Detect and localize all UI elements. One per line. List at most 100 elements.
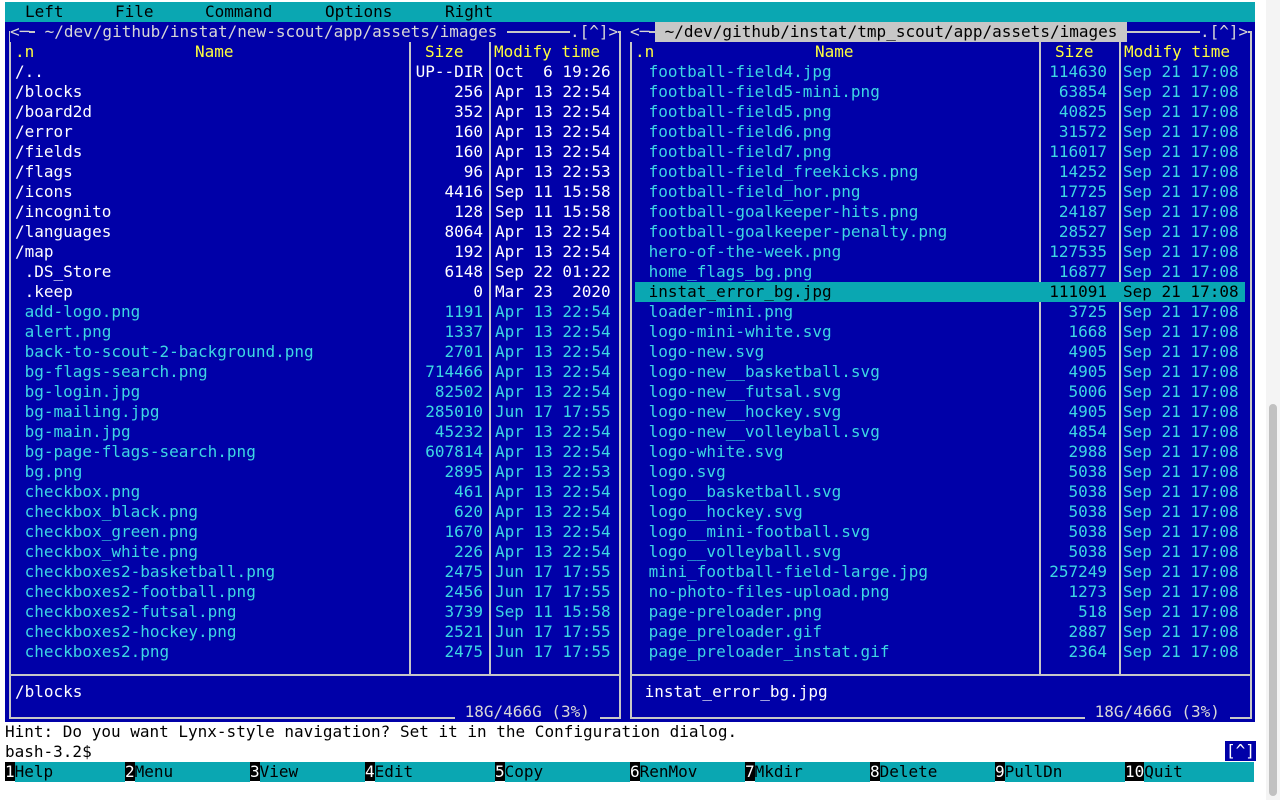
fkey-edit[interactable]: 4Edit [365,762,495,782]
shell-prompt[interactable]: bash-3.2$ [5,742,92,762]
file-row[interactable]: logo-new.svg 4905 Sep 21 17:08 [635,342,1245,362]
file-row[interactable]: no-photo-files-upload.png 1273 Sep 21 17:0… [635,582,1245,602]
file-row[interactable]: hero-of-the-week.png 127535 Sep 21 17:08 [635,242,1245,262]
fkey-quit[interactable]: 10Quit [1125,762,1255,782]
left-header-time[interactable]: Modify time [494,42,600,62]
file-row[interactable]: page_preloader_instat.gif 2364 Sep 21 17:0… [635,642,1245,662]
file-row[interactable]: /fields 160 Apr 13 22:54 [11,142,619,162]
file-row[interactable]: bg.png 2895 Apr 13 22:53 [11,462,619,482]
file-size: 714466 [425,362,483,381]
file-row[interactable]: checkboxes2-football.png 2456 Jun 17 17:55 [11,582,619,602]
file-row[interactable]: add-logo.png 1191 Apr 13 22:54 [11,302,619,322]
file-row[interactable]: /languages 8064 Apr 13 22:54 [11,222,619,242]
left-panel[interactable]: <─ ~/dev/github/instat/new-scout/app/ass… [5,22,625,722]
file-row[interactable]: alert.png 1337 Apr 13 22:54 [11,322,619,342]
file-row[interactable]: instat_error_bg.jpg 111091 Sep 21 17:08 [635,282,1245,302]
file-row[interactable]: .keep 0 Mar 23 2020 [11,282,619,302]
file-row[interactable]: mini_football-field-large.jpg 257249 Sep 2… [635,562,1245,582]
menu-command[interactable]: Command [205,2,272,22]
file-row[interactable]: logo__mini-football.svg 5038 Sep 21 17:08 [635,522,1245,542]
file-row[interactable]: logo__basketball.svg 5038 Sep 21 17:08 [635,482,1245,502]
file-row[interactable]: .DS_Store 6148 Sep 22 01:22 [11,262,619,282]
fkey-renmov[interactable]: 6RenMov [630,762,745,782]
file-row[interactable]: logo-new__basketball.svg 4905 Sep 21 17:08 [635,362,1245,382]
file-row[interactable]: football-field7.png 116017 Sep 21 17:08 [635,142,1245,162]
file-row[interactable]: logo-new__volleyball.svg 4854 Sep 21 17:08 [635,422,1245,442]
file-name: checkboxes2-hockey.png [15,622,237,641]
fkey-menu[interactable]: 2Menu [125,762,250,782]
file-row[interactable]: logo__volleyball.svg 5038 Sep 21 17:08 [635,542,1245,562]
file-row[interactable]: checkboxes2-basketball.png 2475 Jun 17 17:… [11,562,619,582]
file-row[interactable]: football-goalkeeper-hits.png 24187 Sep 21 … [635,202,1245,222]
file-row[interactable]: logo-white.svg 2988 Sep 21 17:08 [635,442,1245,462]
file-row[interactable]: /error 160 Apr 13 22:54 [11,122,619,142]
file-row[interactable]: checkbox_green.png 1670 Apr 13 22:54 [11,522,619,542]
file-row[interactable]: /flags 96 Apr 13 22:53 [11,162,619,182]
file-row[interactable]: loader-mini.png 3725 Sep 21 17:08 [635,302,1245,322]
file-name: .DS_Store [15,262,112,281]
menu-right[interactable]: Right [445,2,493,22]
file-row[interactable]: football-field4.jpg 114630 Sep 21 17:08 [635,62,1245,82]
file-row[interactable]: bg-main.jpg 45232 Apr 13 22:54 [11,422,619,442]
file-row[interactable]: /map 192 Apr 13 22:54 [11,242,619,262]
file-row[interactable]: football-field5-mini.png 63854 Sep 21 17:0… [635,82,1245,102]
left-mini-status: /blocks [15,682,83,701]
file-row[interactable]: football-field_freekicks.png 14252 Sep 21 … [635,162,1245,182]
left-panel-corner-left[interactable]: <─ [10,22,30,42]
right-header-time[interactable]: Modify time [1124,42,1230,62]
file-row[interactable]: /board2d 352 Apr 13 22:54 [11,102,619,122]
file-row[interactable]: checkboxes2.png 2475 Jun 17 17:55 [11,642,619,662]
file-row[interactable]: bg-login.jpg 82502 Apr 13 22:54 [11,382,619,402]
fkey-delete[interactable]: 8Delete [870,762,995,782]
left-sort-indicator[interactable]: .n [15,42,34,62]
subshell-toggle-button[interactable]: [^] [1225,741,1256,761]
right-header-name[interactable]: Name [815,42,854,62]
fkey-view[interactable]: 3View [250,762,365,782]
file-row[interactable]: page_preloader.gif 2887 Sep 21 17:08 [635,622,1245,642]
file-modify-time: Sep 21 17:08 [1123,482,1239,501]
file-row[interactable]: checkbox.png 461 Apr 13 22:54 [11,482,619,502]
fkey-pulldn[interactable]: 9PullDn [995,762,1125,782]
fkey-mkdir[interactable]: 7Mkdir [745,762,870,782]
file-row[interactable]: /incognito 128 Sep 11 15:58 [11,202,619,222]
left-header-size[interactable]: Size [425,42,464,62]
file-row[interactable]: /.. UP--DIR Oct 6 19:26 [11,62,619,82]
left-panel-corner-right[interactable]: .[^]> [570,22,619,42]
menu-left[interactable]: Left [25,2,64,22]
file-row[interactable]: football-goalkeeper-penalty.png 28527 Sep … [635,222,1245,242]
file-row[interactable]: bg-page-flags-search.png 607814 Apr 13 22:… [11,442,619,462]
fkey-copy[interactable]: 5Copy [495,762,630,782]
scrollbar-thumb[interactable] [1269,404,1277,796]
file-row[interactable]: football-field6.png 31572 Sep 21 17:08 [635,122,1245,142]
file-row[interactable]: checkbox_white.png 226 Apr 13 22:54 [11,542,619,562]
file-row[interactable]: home_flags_bg.png 16877 Sep 21 17:08 [635,262,1245,282]
left-header-name[interactable]: Name [195,42,234,62]
file-row[interactable]: bg-flags-search.png 714466 Apr 13 22:54 [11,362,619,382]
file-row[interactable]: back-to-scout-2-background.png 2701 Apr 13… [11,342,619,362]
right-header-size[interactable]: Size [1055,42,1094,62]
menu-file[interactable]: File [115,2,154,22]
file-size: 17725 [1058,182,1107,201]
file-row[interactable]: logo-new__futsal.svg 5006 Sep 21 17:08 [635,382,1245,402]
menu-options[interactable]: Options [325,2,392,22]
window-scrollbar[interactable] [1266,0,1280,800]
file-row[interactable]: checkboxes2-hockey.png 2521 Jun 17 17:55 [11,622,619,642]
file-row[interactable]: /blocks 256 Apr 13 22:54 [11,82,619,102]
file-row[interactable]: logo__hockey.svg 5038 Sep 21 17:08 [635,502,1245,522]
file-row[interactable]: football-field_hor.png 17725 Sep 21 17:08 [635,182,1245,202]
file-row[interactable]: logo.svg 5038 Sep 21 17:08 [635,462,1245,482]
right-sort-indicator[interactable]: .n [635,42,654,62]
file-row[interactable]: bg-mailing.jpg 285010 Jun 17 17:55 [11,402,619,422]
file-row[interactable]: /icons 4416 Sep 11 15:58 [11,182,619,202]
file-row[interactable]: checkboxes2-futsal.png 3739 Sep 11 15:58 [11,602,619,622]
right-panel-corner-right[interactable]: .[^]> [1200,22,1249,42]
file-row[interactable]: checkbox_black.png 620 Apr 13 22:54 [11,502,619,522]
file-row[interactable]: page-preloader.png 518 Sep 21 17:08 [635,602,1245,622]
fkey-help[interactable]: 1Help [5,762,125,782]
right-panel-corner-left[interactable]: <─ [630,22,650,42]
file-row[interactable]: logo-new__hockey.svg 4905 Sep 21 17:08 [635,402,1245,422]
right-panel[interactable]: <─ ~/dev/github/instat/tmp_scout/app/ass… [625,22,1255,722]
file-row[interactable]: logo-mini-white.svg 1668 Sep 21 17:08 [635,322,1245,342]
file-row[interactable]: football-field5.png 40825 Sep 21 17:08 [635,102,1245,122]
fkey-number: 8 [870,762,880,781]
